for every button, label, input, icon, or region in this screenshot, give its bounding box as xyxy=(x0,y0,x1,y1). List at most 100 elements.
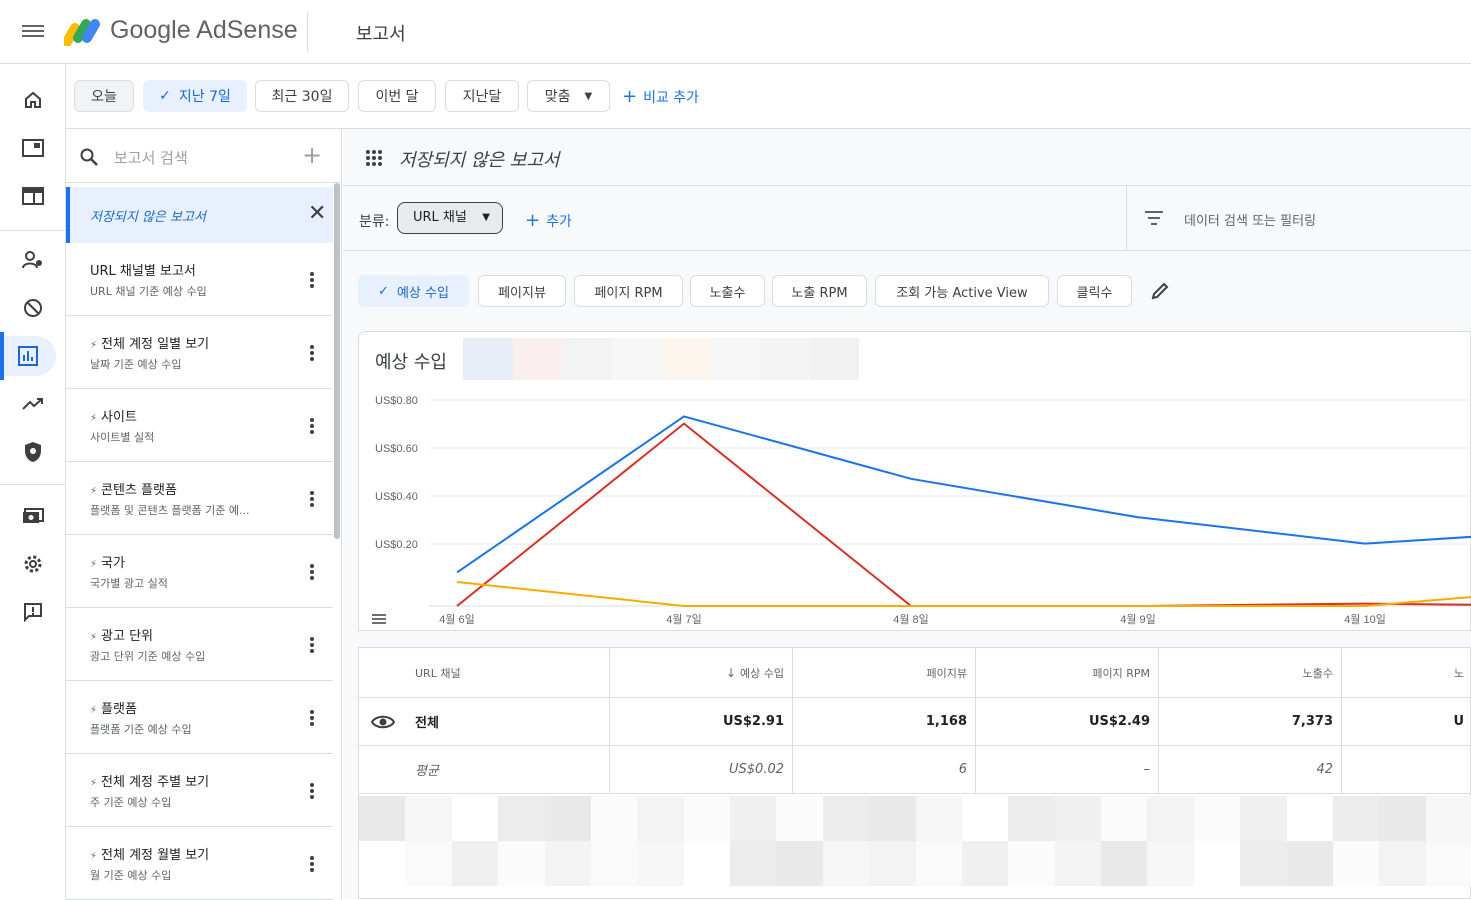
filter-search-input[interactable]: 데이터 검색 또는 필터링 xyxy=(1184,210,1316,229)
more-vert-icon[interactable] xyxy=(307,708,317,728)
reports-icon[interactable] xyxy=(0,332,56,380)
date-today-chip[interactable]: 오늘 xyxy=(74,80,134,112)
more-vert-icon[interactable] xyxy=(307,343,317,363)
report-list-item[interactable]: ⚡ 전체 계정 월별 보기 월 기준 예상 수입 xyxy=(66,827,333,900)
date-last7-chip[interactable]: ✓ 지난 7일 xyxy=(143,80,247,112)
y-tick-label: US$0.80 xyxy=(375,395,418,407)
column-header-url-channel[interactable]: URL 채널 xyxy=(359,648,610,698)
scrollbar[interactable] xyxy=(334,183,340,539)
more-vert-icon[interactable] xyxy=(307,416,317,436)
breakdown-value: URL 채널 xyxy=(413,210,467,225)
chart-legend-toggle-icon[interactable] xyxy=(372,614,386,624)
redacted-cell xyxy=(822,841,870,886)
add-report-icon[interactable]: + xyxy=(302,141,322,169)
report-list-item[interactable]: ⚡ 플랫폼 플랫폼 기준 예상 수입 xyxy=(66,681,333,754)
report-list-item[interactable]: ⚡ 사이트사이트별 실적 xyxy=(66,389,333,462)
more-vert-icon[interactable] xyxy=(307,562,317,582)
report-list-item[interactable]: URL 채널별 보고서 URL 채널 기준 예상 수입 xyxy=(66,243,333,316)
y-tick-label: US$0.60 xyxy=(375,443,418,455)
more-vert-icon[interactable] xyxy=(307,854,317,874)
date-this-month-chip[interactable]: 이번 달 xyxy=(358,80,436,112)
redacted-cell xyxy=(1054,796,1101,841)
column-header-impressions[interactable]: 노출수 xyxy=(1159,648,1342,698)
metric-chip-pageviews[interactable]: 페이지뷰 xyxy=(478,275,566,307)
x-tick-label: 4월 10일 xyxy=(1344,612,1386,626)
series-line-2 xyxy=(456,581,1471,607)
chip-label: 지난 7일 xyxy=(178,89,231,105)
redacted-cell xyxy=(683,796,730,841)
redacted-cell xyxy=(961,796,1009,841)
redacted-cell xyxy=(1240,841,1287,886)
edit-pencil-icon[interactable] xyxy=(1150,281,1170,301)
spark-icon: ⚡ xyxy=(90,778,98,789)
eye-icon[interactable] xyxy=(371,714,395,730)
column-header-pageviews[interactable]: 페이지뷰 xyxy=(793,648,976,698)
report-item-subtitle: 광고 단위 기준 예상 수입 xyxy=(90,650,206,663)
total-pageviews: 1,168 xyxy=(793,698,976,746)
redacted-cell xyxy=(590,841,638,886)
redacted-rows xyxy=(359,796,1471,886)
breakdown-dropdown[interactable]: URL 채널 ▼ xyxy=(397,202,503,234)
optimization-icon[interactable] xyxy=(0,384,66,424)
date-last-month-chip[interactable]: 지난달 xyxy=(445,80,519,112)
column-header-earnings[interactable]: ↓ 예상 수입 xyxy=(610,648,793,698)
date-last30-chip[interactable]: 최근 30일 xyxy=(255,80,349,112)
average-impressions: 42 xyxy=(1159,746,1342,794)
report-list-item[interactable]: ⚡ 광고 단위 광고 단위 기준 예상 수입 xyxy=(66,608,333,681)
redacted-cell xyxy=(869,796,916,841)
report-item-subtitle: 사이트별 실적 xyxy=(90,431,155,444)
apps-grid-icon[interactable] xyxy=(365,150,383,166)
blocking-controls-icon[interactable] xyxy=(0,288,66,328)
report-item-subtitle: URL 채널 기준 예상 수입 xyxy=(90,285,207,298)
report-item-title-text: 플랫폼 xyxy=(101,702,137,717)
feedback-icon[interactable] xyxy=(0,592,66,632)
report-list-item[interactable]: ⚡ 콘텐츠 플랫폼 플랫폼 및 콘텐츠 플랫폼 기준 예... xyxy=(66,462,333,535)
report-list-item[interactable]: ⚡ 전체 계정 일별 보기 날짜 기준 예상 수입 xyxy=(66,316,333,389)
menu-icon[interactable] xyxy=(22,22,44,42)
filter-icon[interactable] xyxy=(1144,210,1164,226)
sites-icon[interactable] xyxy=(0,128,66,168)
column-header-partial[interactable]: 노 xyxy=(1342,648,1471,698)
close-icon[interactable]: ✕ xyxy=(308,201,326,226)
metric-chip-page-rpm[interactable]: 페이지 RPM xyxy=(574,275,683,307)
more-vert-icon[interactable] xyxy=(307,270,317,290)
report-list-item[interactable]: ⚡ 전체 계정 주별 보기 주 기준 예상 수입 xyxy=(66,754,333,827)
ads-icon[interactable] xyxy=(0,176,66,216)
payments-icon[interactable] xyxy=(0,496,66,536)
x-tick-label: 4월 8일 xyxy=(893,612,929,626)
column-header-page-rpm[interactable]: 페이지 RPM xyxy=(976,648,1159,698)
report-item-title-text: 전체 계정 일별 보기 xyxy=(101,337,210,352)
more-vert-icon[interactable] xyxy=(307,781,317,801)
average-partial xyxy=(1342,746,1471,794)
metric-chip-active-view[interactable]: 조회 가능 Active View xyxy=(875,275,1049,307)
metric-chip-earnings[interactable]: ✓ 예상 수입 xyxy=(358,275,469,307)
redacted-cell xyxy=(1379,841,1426,886)
metric-chip-impression-rpm[interactable]: 노출 RPM xyxy=(772,275,867,307)
redacted-cell xyxy=(776,841,823,886)
settings-gear-icon[interactable] xyxy=(0,544,66,584)
add-breakdown-button[interactable]: + 추가 xyxy=(525,210,572,231)
search-input[interactable]: 보고서 검색 xyxy=(114,147,188,168)
breakdown-label: 분류: xyxy=(359,214,390,230)
series-line-0 xyxy=(456,415,1471,574)
date-custom-dropdown[interactable]: 맞춤 ▼ xyxy=(527,80,610,112)
total-earnings: US$2.91 xyxy=(610,698,793,746)
redacted-cell xyxy=(683,841,730,886)
home-icon[interactable] xyxy=(0,80,66,120)
add-compare-button[interactable]: + 비교 추가 xyxy=(622,86,699,107)
report-item-title: ⚡ 사이트 xyxy=(90,406,137,425)
report-list-item[interactable]: ⚡ 국가 국가별 광고 실적 xyxy=(66,535,333,608)
report-item-subtitle: 플랫폼 및 콘텐츠 플랫폼 기준 예... xyxy=(90,504,250,517)
report-item-title-text: 사이트 xyxy=(101,410,137,425)
metric-chip-impressions[interactable]: 노출수 xyxy=(690,275,765,307)
metric-chip-clicks[interactable]: 클릭수 xyxy=(1057,275,1132,307)
privacy-messaging-icon[interactable] xyxy=(0,240,66,280)
more-vert-icon[interactable] xyxy=(307,489,317,509)
report-item-subtitle: 월 기준 예상 수입 xyxy=(90,869,172,882)
redacted-cell xyxy=(730,841,777,886)
more-vert-icon[interactable] xyxy=(307,635,317,655)
redacted-cell xyxy=(1379,796,1426,841)
report-item-selected[interactable]: 저장되지 않은 보고서 ✕ xyxy=(66,187,333,243)
policy-center-icon[interactable] xyxy=(0,432,66,472)
average-earnings: US$0.02 xyxy=(610,746,793,794)
